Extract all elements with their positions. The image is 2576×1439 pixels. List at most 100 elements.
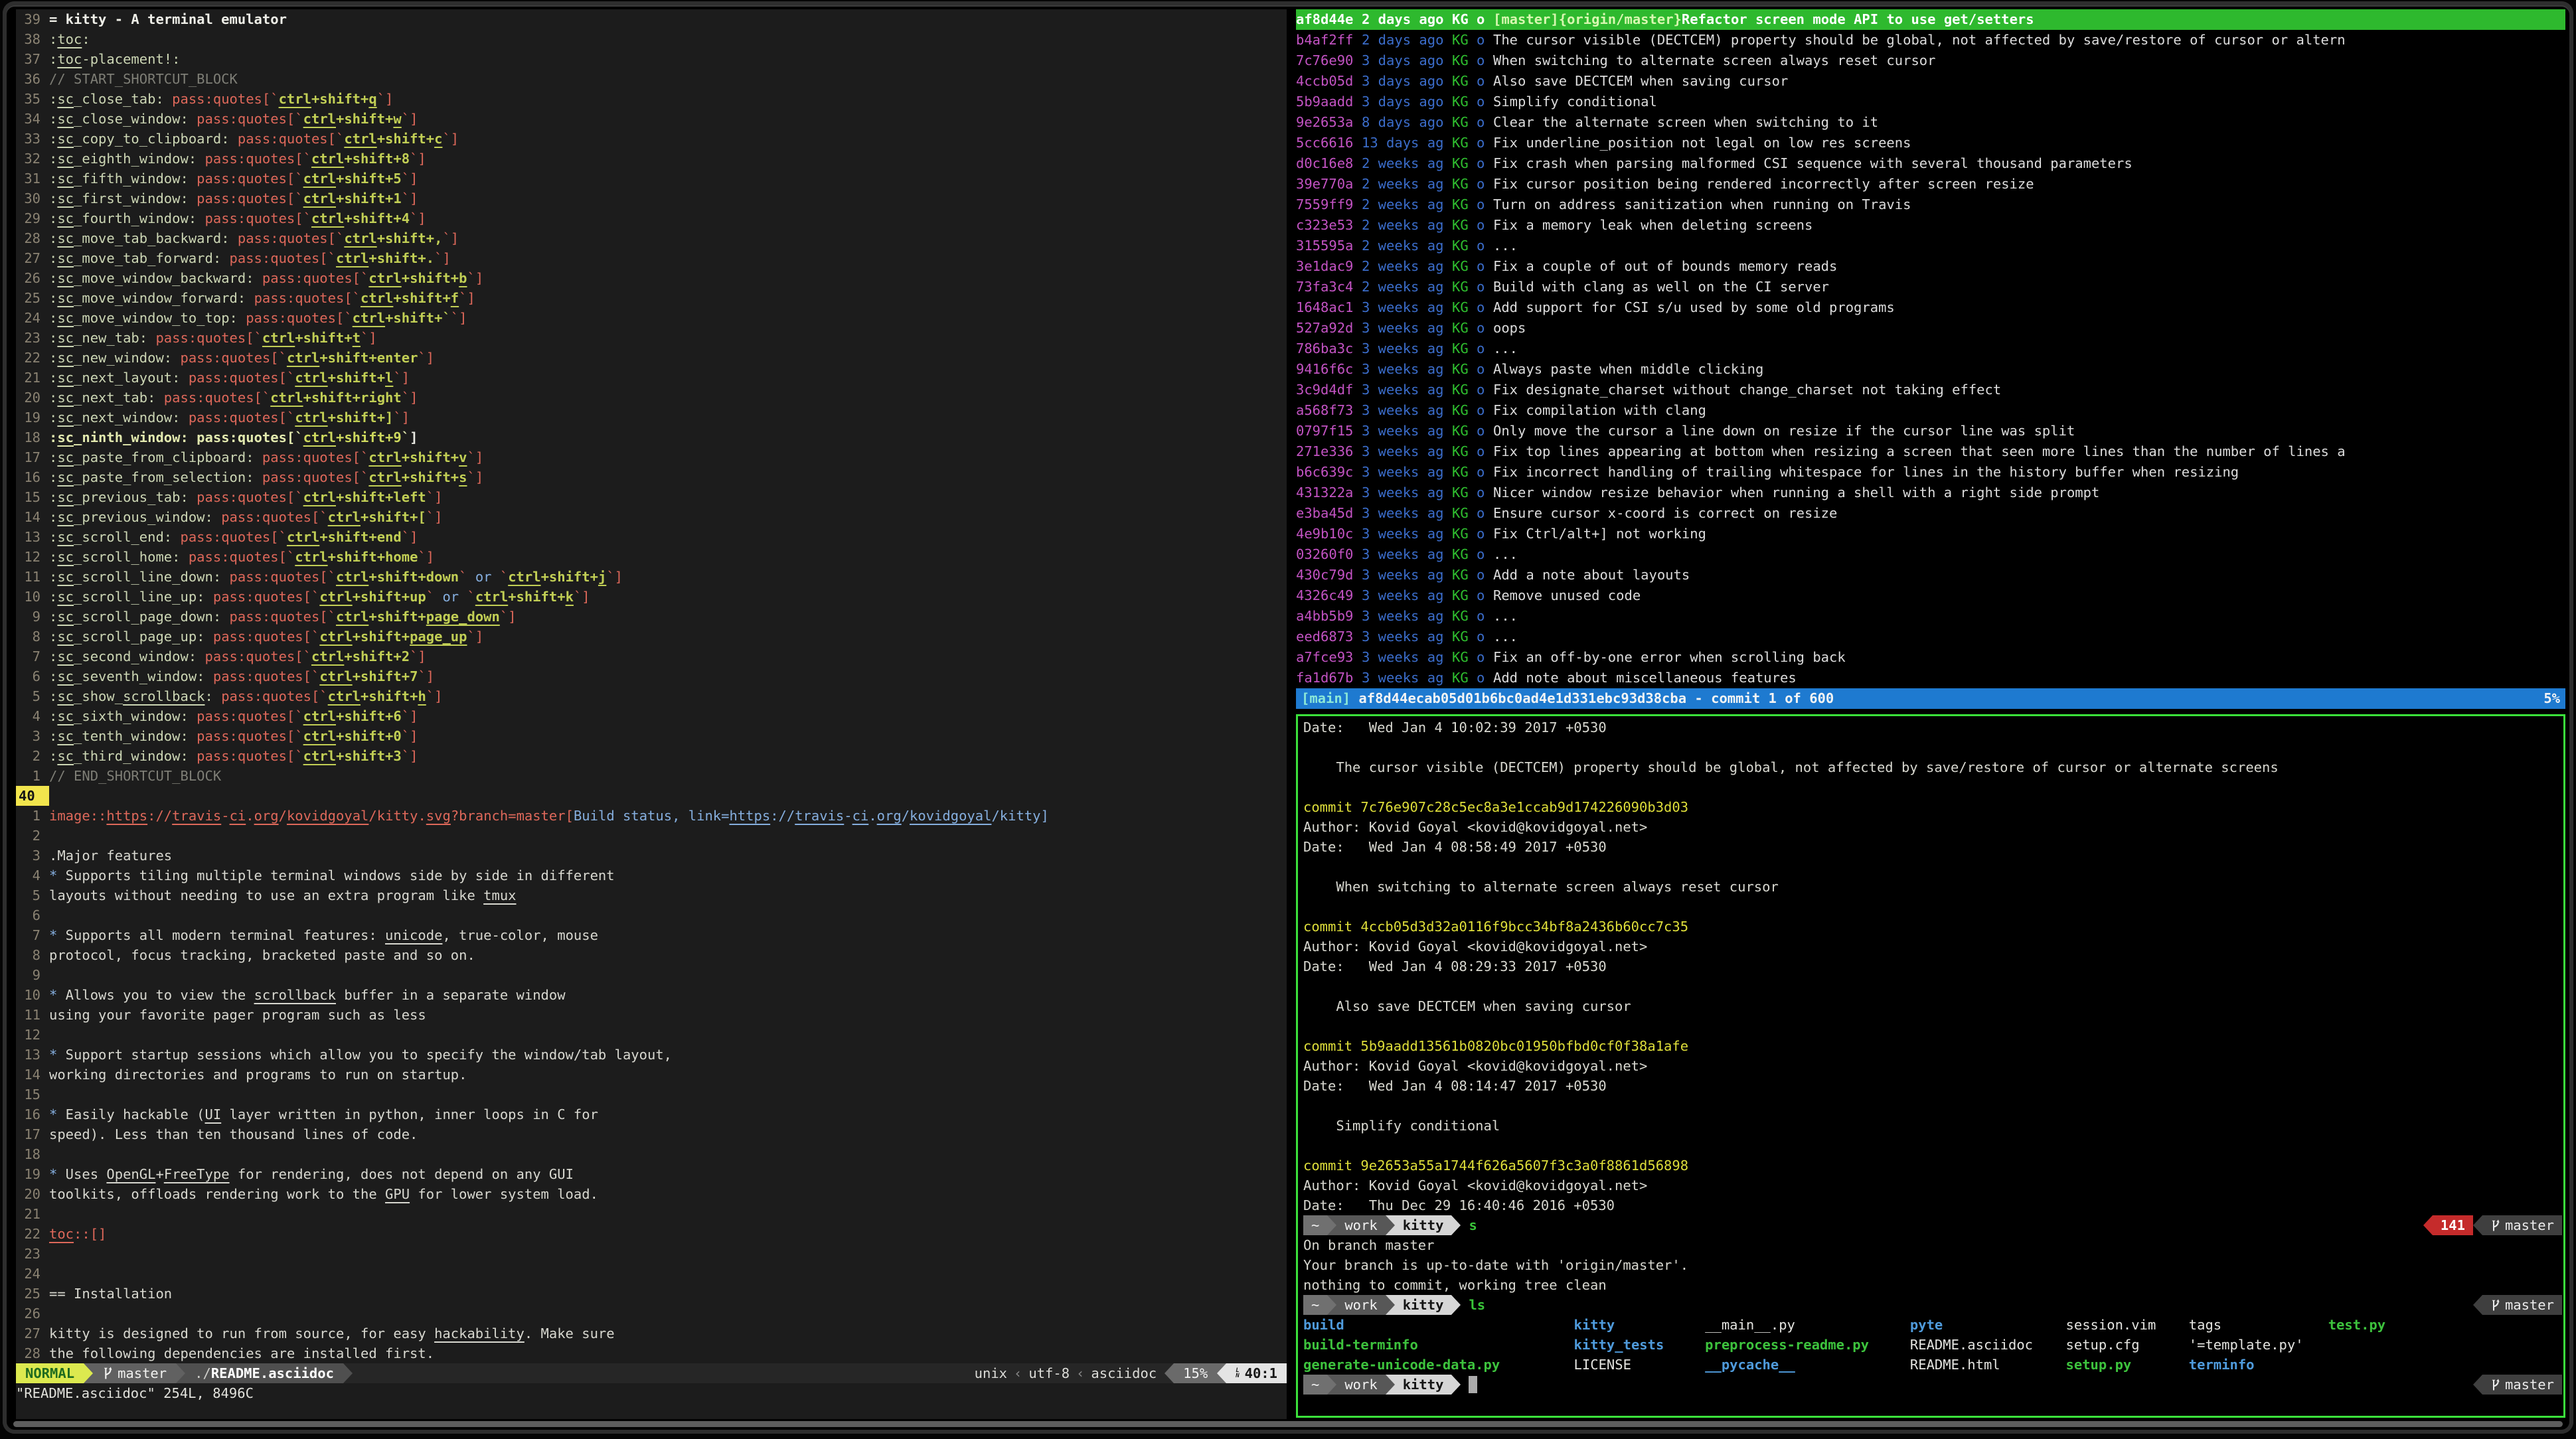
vim-line[interactable]: 12:sc_scroll_home: pass:quotes[`ctrl+shi… bbox=[16, 547, 1287, 567]
vim-line[interactable]: 37:toc-placement!: bbox=[16, 49, 1287, 69]
vim-line[interactable]: 21:sc_next_layout: pass:quotes[`ctrl+shi… bbox=[16, 368, 1287, 388]
vim-line[interactable]: 34:sc_close_window: pass:quotes[`ctrl+sh… bbox=[16, 109, 1287, 129]
vim-line[interactable]: 8protocol, focus tracking, bracketed pas… bbox=[16, 945, 1287, 965]
vim-line[interactable]: 9:sc_scroll_page_down: pass:quotes[`ctrl… bbox=[16, 607, 1287, 627]
vim-line[interactable]: 13* Support startup sessions which allow… bbox=[16, 1045, 1287, 1065]
shell-prompt-line[interactable]: ~workkittylsmaster bbox=[1303, 1295, 2563, 1315]
log-row[interactable]: c323e532 weeks agKGoFix a memory leak wh… bbox=[1296, 215, 2565, 236]
vim-line[interactable]: 28the following dependencies are install… bbox=[16, 1343, 1287, 1363]
tig-log-pane[interactable]: af8d44e2 days agoKGo[master]{origin/mast… bbox=[1296, 9, 2565, 710]
vim-line[interactable]: 32:sc_eighth_window: pass:quotes[`ctrl+s… bbox=[16, 149, 1287, 169]
vim-line[interactable]: 27kitty is designed to run from source, … bbox=[16, 1324, 1287, 1343]
vim-line[interactable]: 23:sc_new_tab: pass:quotes[`ctrl+shift+t… bbox=[16, 328, 1287, 348]
vim-line[interactable]: 23 bbox=[16, 1244, 1287, 1264]
log-row[interactable]: eed68733 weeks agKGo... bbox=[1296, 627, 2565, 647]
vim-line[interactable]: 28:sc_move_tab_backward: pass:quotes[`ct… bbox=[16, 228, 1287, 248]
log-row[interactable]: 4e9b10c3 weeks agKGoFix Ctrl/alt+] not w… bbox=[1296, 524, 2565, 544]
vim-line[interactable]: 27:sc_move_tab_forward: pass:quotes[`ctr… bbox=[16, 248, 1287, 268]
log-row[interactable]: 9416f6c3 weeks agKGoAlways paste when mi… bbox=[1296, 359, 2565, 380]
vim-line[interactable]: 12 bbox=[16, 1025, 1287, 1045]
vim-line[interactable]: 30:sc_first_window: pass:quotes[`ctrl+sh… bbox=[16, 189, 1287, 208]
log-row[interactable]: 03260f03 weeks agKGo... bbox=[1296, 544, 2565, 565]
vim-line[interactable]: 38:toc: bbox=[16, 29, 1287, 49]
log-row[interactable]: 315595a2 weeks agKGo... bbox=[1296, 236, 2565, 256]
vim-line[interactable]: 25== Installation bbox=[16, 1284, 1287, 1304]
vim-line[interactable]: 9 bbox=[16, 965, 1287, 985]
vim-line[interactable]: 5:sc_show_scrollback: pass:quotes[`ctrl+… bbox=[16, 686, 1287, 706]
vim-line[interactable]: 8:sc_scroll_page_up: pass:quotes[`ctrl+s… bbox=[16, 627, 1287, 646]
log-row[interactable]: e3ba45d3 weeks agKGoEnsure cursor x-coor… bbox=[1296, 503, 2565, 524]
log-row[interactable]: 5b9aadd3 days agoKGoSimplify conditional bbox=[1296, 92, 2565, 112]
vim-line[interactable]: 20toolkits, offloads rendering work to t… bbox=[16, 1184, 1287, 1204]
vim-line[interactable]: 26:sc_move_window_backward: pass:quotes[… bbox=[16, 268, 1287, 288]
vim-line[interactable]: 20:sc_next_tab: pass:quotes[`ctrl+shift+… bbox=[16, 388, 1287, 408]
vim-line[interactable]: 24:sc_move_window_to_top: pass:quotes[`c… bbox=[16, 308, 1287, 328]
vim-line[interactable]: 35:sc_close_tab: pass:quotes[`ctrl+shift… bbox=[16, 89, 1287, 109]
vim-line[interactable]: 15 bbox=[16, 1085, 1287, 1104]
vim-line[interactable]: 6 bbox=[16, 905, 1287, 925]
log-row[interactable]: 39e770a2 weeks agKGoFix cursor position … bbox=[1296, 174, 2565, 194]
vim-line[interactable]: 16* Easily hackable (UI layer written in… bbox=[16, 1104, 1287, 1124]
vim-line[interactable]: 14:sc_previous_window: pass:quotes[`ctrl… bbox=[16, 507, 1287, 527]
vim-line[interactable]: 29:sc_fourth_window: pass:quotes[`ctrl+s… bbox=[16, 208, 1287, 228]
vim-line[interactable]: 7* Supports all modern terminal features… bbox=[16, 925, 1287, 945]
vim-pane[interactable]: 39= kitty - A terminal emulator38:toc:37… bbox=[16, 9, 1287, 1419]
log-row[interactable]: fa1d67b3 weeks agKGoAdd note about misce… bbox=[1296, 668, 2565, 688]
vim-line[interactable]: 10:sc_scroll_line_up: pass:quotes[`ctrl+… bbox=[16, 587, 1287, 607]
log-row[interactable]: 271e3363 weeks agKGoFix top lines appear… bbox=[1296, 441, 2565, 462]
vim-line[interactable]: 1image::https://travis-ci.org/kovidgoyal… bbox=[16, 806, 1287, 826]
vim-line[interactable]: 5layouts without needing to use an extra… bbox=[16, 885, 1287, 905]
vim-line[interactable]: 15:sc_previous_tab: pass:quotes[`ctrl+sh… bbox=[16, 487, 1287, 507]
vim-line[interactable]: 14working directories and programs to ru… bbox=[16, 1065, 1287, 1085]
vim-line[interactable]: 17speed). Less than ten thousand lines o… bbox=[16, 1124, 1287, 1144]
log-row[interactable]: 4326c493 weeks agKGoRemove unused code bbox=[1296, 585, 2565, 606]
vim-line[interactable]: 7:sc_second_window: pass:quotes[`ctrl+sh… bbox=[16, 646, 1287, 666]
vim-line[interactable]: 10* Allows you to view the scrollback bu… bbox=[16, 985, 1287, 1005]
vim-line[interactable]: 18 bbox=[16, 1144, 1287, 1164]
vim-line[interactable]: 21 bbox=[16, 1204, 1287, 1224]
log-row[interactable]: 527a92d3 weeks agKGooops bbox=[1296, 318, 2565, 339]
log-row[interactable]: 431322a3 weeks agKGoNicer window resize … bbox=[1296, 483, 2565, 503]
vim-line[interactable]: 31:sc_fifth_window: pass:quotes[`ctrl+sh… bbox=[16, 169, 1287, 189]
log-row[interactable]: 0797f153 weeks agKGoOnly move the cursor… bbox=[1296, 421, 2565, 441]
vim-line[interactable]: 18:sc_ninth_window: pass:quotes[`ctrl+sh… bbox=[16, 427, 1287, 447]
vim-line[interactable]: 22toc::[] bbox=[16, 1224, 1287, 1244]
vim-line[interactable]: 2 bbox=[16, 826, 1287, 846]
shell-prompt-line[interactable]: ~workkittymaster bbox=[1303, 1375, 2563, 1395]
vim-line[interactable]: 6:sc_seventh_window: pass:quotes[`ctrl+s… bbox=[16, 666, 1287, 686]
vim-line[interactable]: 2:sc_third_window: pass:quotes[`ctrl+shi… bbox=[16, 746, 1287, 766]
vim-line[interactable]: 22:sc_new_window: pass:quotes[`ctrl+shif… bbox=[16, 348, 1287, 368]
vim-line[interactable]: 36// START_SHORTCUT_BLOCK bbox=[16, 69, 1287, 89]
log-row[interactable]: 3c9d4df3 weeks agKGoFix designate_charse… bbox=[1296, 380, 2565, 400]
log-row[interactable]: a7fce933 weeks agKGoFix an off-by-one er… bbox=[1296, 647, 2565, 668]
vim-line[interactable]: 3.Major features bbox=[16, 846, 1287, 866]
vim-line[interactable]: 11:sc_scroll_line_down: pass:quotes[`ctr… bbox=[16, 567, 1287, 587]
log-row[interactable]: af8d44e2 days agoKGo[master]{origin/mast… bbox=[1296, 9, 2565, 30]
vim-line[interactable]: 33:sc_copy_to_clipboard: pass:quotes[`ct… bbox=[16, 129, 1287, 149]
log-row[interactable]: 7c76e903 days agoKGoWhen switching to al… bbox=[1296, 50, 2565, 71]
vim-line[interactable]: 4:sc_sixth_window: pass:quotes[`ctrl+shi… bbox=[16, 706, 1287, 726]
vim-line[interactable]: 40 bbox=[16, 786, 1287, 806]
vim-line[interactable]: 19* Uses OpenGL+FreeType for rendering, … bbox=[16, 1164, 1287, 1184]
vim-line[interactable]: 11using your favorite pager program such… bbox=[16, 1005, 1287, 1025]
vim-line[interactable]: 16:sc_paste_from_selection: pass:quotes[… bbox=[16, 467, 1287, 487]
log-row[interactable]: 3e1dac92 weeks agKGoFix a couple of out … bbox=[1296, 256, 2565, 277]
log-row[interactable]: a4bb5b93 weeks agKGo... bbox=[1296, 606, 2565, 627]
vim-line[interactable]: 1// END_SHORTCUT_BLOCK bbox=[16, 766, 1287, 786]
vim-line[interactable]: 4* Supports tiling multiple terminal win… bbox=[16, 866, 1287, 885]
log-row[interactable]: 7559ff92 weeks agKGoTurn on address sani… bbox=[1296, 194, 2565, 215]
log-row[interactable]: 1648ac13 weeks agKGoAdd support for CSI … bbox=[1296, 297, 2565, 318]
log-row[interactable]: b6c639c3 weeks agKGoFix incorrect handli… bbox=[1296, 462, 2565, 483]
vim-line[interactable]: 26 bbox=[16, 1304, 1287, 1324]
vim-line[interactable]: 17:sc_paste_from_clipboard: pass:quotes[… bbox=[16, 447, 1287, 467]
log-row[interactable]: 430c79d3 weeks agKGoAdd a note about lay… bbox=[1296, 565, 2565, 585]
vim-line[interactable]: 13:sc_scroll_end: pass:quotes[`ctrl+shif… bbox=[16, 527, 1287, 547]
vim-line[interactable]: 39= kitty - A terminal emulator bbox=[16, 9, 1287, 29]
log-row[interactable]: b4af2ff2 days agoKGoThe cursor visible (… bbox=[1296, 30, 2565, 50]
log-row[interactable]: 5cc661613 days agKGoFix underline_positi… bbox=[1296, 133, 2565, 153]
typed-command[interactable]: s bbox=[1469, 1215, 1477, 1235]
git-shell-pane[interactable]: Date: Wed Jan 4 10:02:39 2017 +0530 The … bbox=[1296, 714, 2565, 1418]
typed-command[interactable]: ls bbox=[1469, 1295, 1485, 1315]
vim-line[interactable]: 24 bbox=[16, 1264, 1287, 1284]
log-row[interactable]: a568f733 weeks agKGoFix compilation with… bbox=[1296, 400, 2565, 421]
